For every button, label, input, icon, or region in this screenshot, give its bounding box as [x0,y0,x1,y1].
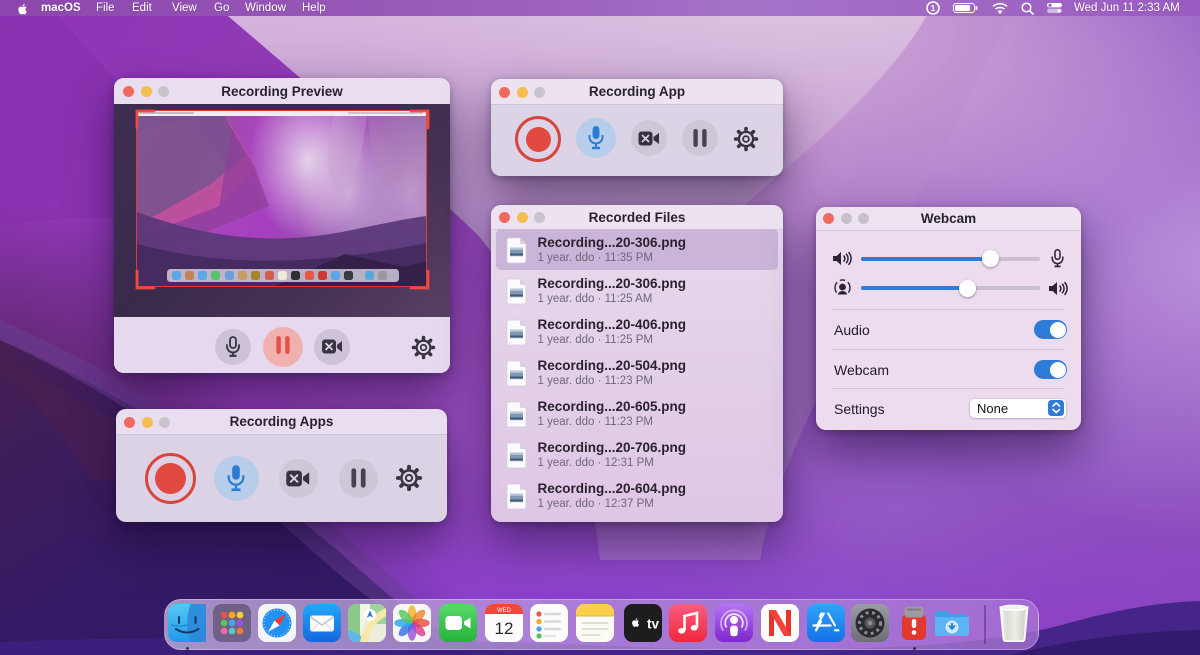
svg-text:12: 12 [495,619,514,638]
svg-text:WED: WED [497,608,512,614]
svg-text:tv: tv [647,617,659,632]
svg-text:1: 1 [931,4,936,13]
